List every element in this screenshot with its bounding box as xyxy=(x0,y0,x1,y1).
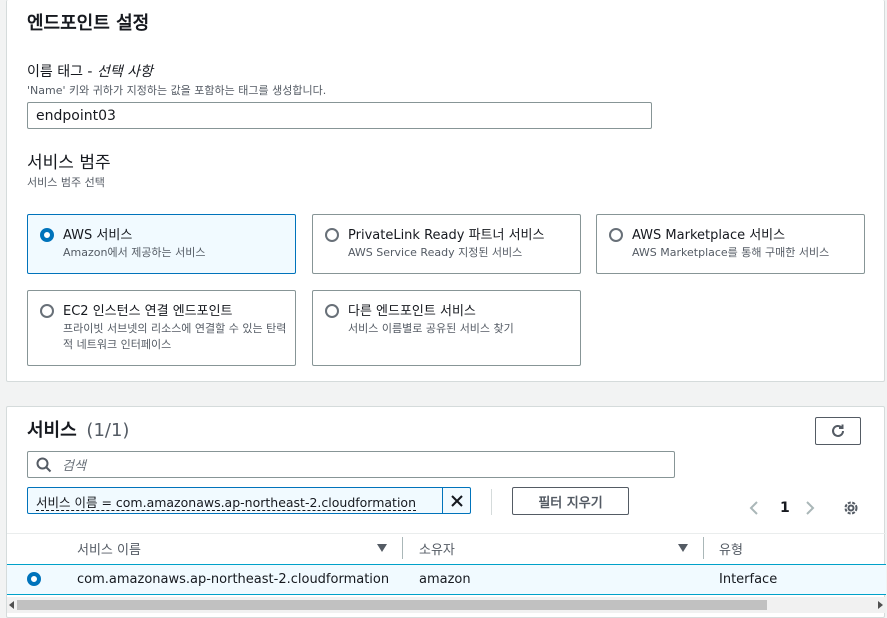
table-header-border xyxy=(7,533,886,534)
sort-caret-icon[interactable] xyxy=(377,544,387,552)
horizontal-scrollbar[interactable] xyxy=(7,597,886,613)
gear-icon[interactable] xyxy=(842,499,860,517)
scroll-left-icon[interactable] xyxy=(9,601,15,609)
radio-icon[interactable] xyxy=(325,228,339,242)
sort-caret-icon[interactable] xyxy=(678,544,688,552)
optional-text: 선택 사항 xyxy=(96,64,153,80)
column-resizer[interactable] xyxy=(703,537,704,559)
option-ec2-instance-connect[interactable]: EC2 인스턴스 연결 엔드포인트 프라이빗 서브넷의 리소스에 연결할 수 있… xyxy=(27,290,296,366)
close-icon xyxy=(450,494,463,507)
column-header-owner[interactable]: 소유자 xyxy=(419,539,455,558)
services-count: (1/1) xyxy=(86,420,130,441)
radio-selected-icon[interactable] xyxy=(40,228,54,242)
option-other-endpoint-services[interactable]: 다른 엔드포인트 서비스 서비스 이름별로 공유된 서비스 찾기 xyxy=(312,290,581,366)
option-title: 다른 엔드포인트 서비스 xyxy=(348,304,476,319)
search-input[interactable]: 검색 xyxy=(27,451,675,478)
option-title: EC2 인스턴스 연결 엔드포인트 xyxy=(63,304,233,319)
radio-icon[interactable] xyxy=(325,304,339,318)
option-title: PrivateLink Ready 파트너 서비스 xyxy=(348,228,545,243)
search-icon xyxy=(36,457,52,472)
column-header-service-name[interactable]: 서비스 이름 xyxy=(77,539,141,558)
filter-token[interactable]: 서비스 이름 = com.amazonaws.ap-northeast-2.cl… xyxy=(27,487,471,514)
cell-type: Interface xyxy=(719,572,778,587)
services-panel: 서비스 (1/1) 검색 서비스 이름 = com.amazonaws.ap-n… xyxy=(6,406,886,618)
name-tag-description: 'Name' 키와 귀하가 지정하는 값을 포함하는 태그를 생성합니다. xyxy=(27,84,327,97)
column-header-type[interactable]: 유형 xyxy=(719,539,743,558)
search-placeholder: 검색 xyxy=(62,459,86,474)
option-description: 서비스 이름별로 공유된 서비스 찾기 xyxy=(348,322,514,335)
chevron-right-icon[interactable] xyxy=(805,500,815,516)
scroll-right-icon[interactable] xyxy=(877,601,883,609)
section-title: 엔드포인트 설정 xyxy=(27,13,150,34)
service-category-title: 서비스 범주 xyxy=(27,153,111,173)
name-tag-label: 이름 태그 - 선택 사항 xyxy=(27,64,153,80)
name-tag-input[interactable]: endpoint03 xyxy=(27,102,652,129)
clear-filters-button[interactable]: 필터 지우기 xyxy=(512,487,629,515)
row-radio-selected-icon[interactable] xyxy=(27,572,41,586)
option-description: AWS Marketplace를 통해 구매한 서비스 xyxy=(632,246,830,259)
option-privatelink-partner[interactable]: PrivateLink Ready 파트너 서비스 AWS Service Re… xyxy=(312,214,581,274)
option-aws-marketplace[interactable]: AWS Marketplace 서비스 AWS Marketplace를 통해 … xyxy=(596,214,865,274)
radio-icon[interactable] xyxy=(609,228,623,242)
option-description: Amazon에서 제공하는 서비스 xyxy=(63,246,206,259)
divider xyxy=(491,489,492,515)
option-title: AWS 서비스 xyxy=(63,228,133,243)
scrollbar-thumb[interactable] xyxy=(17,600,767,610)
radio-icon[interactable] xyxy=(40,304,54,318)
option-description: 프라이빗 서브넷의 리소스에 연결할 수 있는 탄력적 네트워크 인터페이스 xyxy=(63,322,287,351)
services-header: 서비스 (1/1) xyxy=(27,416,129,442)
service-category-description: 서비스 범주 선택 xyxy=(27,176,105,189)
table-row[interactable]: com.amazonaws.ap-northeast-2.cloudformat… xyxy=(7,564,886,595)
refresh-icon xyxy=(832,424,844,437)
cell-service-name: com.amazonaws.ap-northeast-2.cloudformat… xyxy=(77,572,390,587)
refresh-button[interactable] xyxy=(815,417,861,445)
option-description: AWS Service Ready 지정된 서비스 xyxy=(348,246,523,259)
filter-token-text: 서비스 이름 = com.amazonaws.ap-northeast-2.cl… xyxy=(36,495,416,511)
option-title: AWS Marketplace 서비스 xyxy=(632,228,786,243)
remove-filter-button[interactable] xyxy=(442,488,470,513)
column-resizer[interactable] xyxy=(402,537,403,559)
endpoint-settings-panel: 엔드포인트 설정 이름 태그 - 선택 사항 'Name' 키와 귀하가 지정하… xyxy=(6,0,885,382)
services-title: 서비스 xyxy=(27,420,77,441)
chevron-left-icon[interactable] xyxy=(749,500,759,516)
cell-owner: amazon xyxy=(419,572,471,587)
page-number[interactable]: 1 xyxy=(780,500,790,516)
option-aws-services[interactable]: AWS 서비스 Amazon에서 제공하는 서비스 xyxy=(27,214,296,274)
